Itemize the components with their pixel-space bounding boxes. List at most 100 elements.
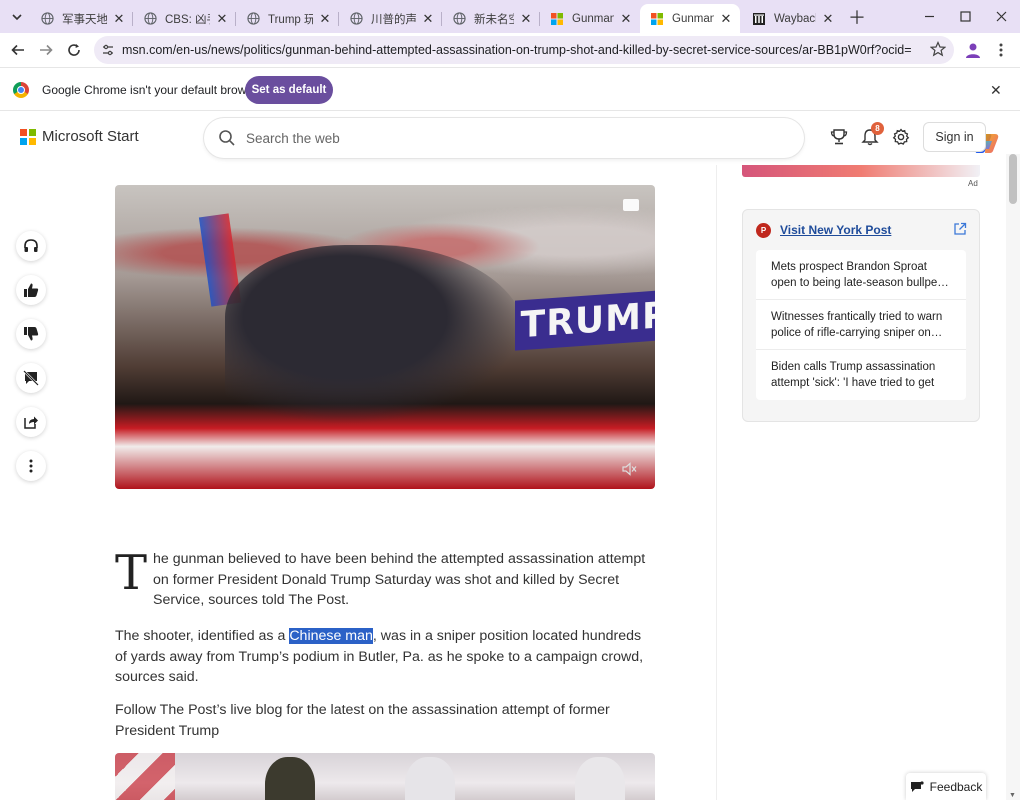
tab[interactable]: 川普的声 ✕: [339, 4, 442, 33]
microsoft-icon: [650, 12, 664, 26]
listen-button[interactable]: [16, 231, 46, 261]
globe-icon: [246, 12, 260, 26]
headline-text: Biden calls Trump assassination attempt …: [771, 361, 936, 389]
tab-strip: 军事天地 ✕ CBS: 凶手 ✕ Trump 玩 ✕ 川普的声 ✕ 新未名空 ✕…: [0, 0, 1020, 33]
headphones-icon: [24, 239, 38, 252]
dislike-button[interactable]: [16, 319, 46, 349]
article-paragraph: The gunman believed to have been behind …: [115, 549, 655, 611]
settings-button[interactable]: [890, 126, 912, 148]
close-icon[interactable]: ✕: [317, 11, 333, 27]
list-item[interactable]: Witnesses frantically tried to warn poli…: [756, 300, 966, 350]
video-overlay-corner: [623, 199, 639, 211]
tab-title: Gunman b: [572, 12, 614, 25]
bookmark-star-icon[interactable]: [929, 41, 947, 62]
microsoft-icon: [550, 12, 564, 26]
tab[interactable]: Gunman b ✕: [540, 4, 640, 33]
list-item[interactable]: Biden calls Trump assassination attempt …: [756, 350, 966, 400]
ad-banner[interactable]: [742, 165, 980, 177]
chevron-down-icon: [12, 14, 22, 21]
default-browser-infobar: Google Chrome isn't your default browser…: [0, 67, 1020, 111]
notification-count-badge: 8: [871, 122, 884, 135]
thumbs-down-icon: [24, 327, 39, 341]
article-photo[interactable]: [115, 753, 655, 800]
tab[interactable]: Wayback M ✕: [742, 4, 842, 33]
tab[interactable]: Trump 玩 ✕: [236, 4, 339, 33]
maximize-button[interactable]: [947, 0, 983, 33]
globe-icon: [143, 12, 157, 26]
close-icon[interactable]: ✕: [420, 11, 436, 27]
more-options-button[interactable]: [16, 451, 46, 481]
site-info-icon[interactable]: [94, 36, 122, 64]
minimize-icon: [924, 15, 934, 18]
maximize-icon: [959, 11, 971, 22]
notifications-button[interactable]: 8: [859, 122, 884, 148]
rewards-button[interactable]: [828, 126, 850, 148]
feedback-button[interactable]: Feedback: [906, 773, 986, 800]
close-icon[interactable]: ✕: [718, 11, 734, 27]
gear-icon: [892, 128, 910, 145]
selected-text[interactable]: Chinese man: [289, 628, 373, 644]
tab-search-button[interactable]: [6, 6, 28, 28]
headline-text: Mets prospect Brandon Sproat open to bei…: [771, 261, 944, 289]
infobar-message: Google Chrome isn't your default browser: [42, 83, 264, 97]
article-paragraph: The shooter, identified as a Chinese man…: [115, 626, 655, 688]
banner-text: TRUMP: [520, 294, 655, 346]
article-video[interactable]: TRUMP: [115, 185, 655, 489]
address-bar[interactable]: msn.com/en-us/news/politics/gunman-behin…: [94, 36, 954, 64]
paragraph-text: Follow The Post’s live blog for the late…: [115, 702, 610, 739]
thumbs-up-icon: [24, 283, 39, 297]
muted-speaker-icon[interactable]: [621, 461, 637, 477]
close-icon: [996, 11, 1006, 22]
photo-figure: [265, 757, 315, 800]
scrollbar-thumb[interactable]: [1009, 154, 1017, 204]
close-icon[interactable]: ✕: [820, 11, 836, 27]
close-icon[interactable]: ✕: [214, 11, 230, 27]
web-page: Microsoft Start 8 Sig: [0, 111, 1020, 800]
web-search-box[interactable]: [204, 118, 999, 158]
reload-button[interactable]: [62, 38, 86, 62]
external-link-icon[interactable]: [953, 222, 967, 236]
minimize-button[interactable]: [911, 0, 947, 33]
close-icon[interactable]: ✕: [111, 11, 127, 27]
browser-menu-button[interactable]: [992, 39, 1010, 61]
comments-off-button[interactable]: [16, 363, 46, 393]
person-icon: [966, 43, 980, 58]
tab-title: Trump 玩: [268, 13, 313, 26]
scroll-down-icon[interactable]: ▼: [1009, 792, 1016, 799]
brand-name[interactable]: Microsoft Start: [42, 128, 139, 145]
profile-avatar[interactable]: [962, 39, 984, 61]
more-vertical-icon: [29, 459, 33, 473]
back-button[interactable]: [6, 38, 30, 62]
tab[interactable]: 军事天地 ✕: [30, 4, 133, 33]
close-icon[interactable]: ✕: [618, 11, 634, 27]
tab-title: 新未名空: [474, 13, 514, 26]
like-button[interactable]: [16, 275, 46, 305]
microsoft-logo-icon[interactable]: [20, 129, 36, 145]
close-window-button[interactable]: [983, 0, 1019, 33]
visit-publisher-link[interactable]: Visit New York Post: [780, 223, 891, 237]
globe-icon: [349, 12, 363, 26]
trophy-icon: [830, 129, 848, 145]
set-as-default-button[interactable]: Set as default: [245, 76, 333, 104]
search-input[interactable]: [246, 128, 726, 148]
new-york-post-logo-icon: P: [756, 223, 771, 238]
close-icon[interactable]: ✕: [518, 11, 534, 27]
reload-icon: [68, 44, 80, 56]
close-icon[interactable]: ✕: [990, 82, 1002, 99]
paragraph-text: he gunman believed to have been behind t…: [153, 551, 646, 608]
ad-label: Ad: [968, 179, 978, 188]
tab-title: CBS: 凶手: [165, 13, 210, 26]
tab[interactable]: 新未名空 ✕: [442, 4, 540, 33]
list-item[interactable]: Mets prospect Brandon Sproat open to bei…: [756, 250, 966, 300]
tab-title: 军事天地: [62, 13, 107, 26]
photo-figure: [575, 757, 625, 800]
new-tab-button[interactable]: ＋: [846, 6, 868, 28]
share-button[interactable]: [16, 407, 46, 437]
url-text: msn.com/en-us/news/politics/gunman-behin…: [122, 43, 912, 57]
sign-in-button[interactable]: Sign in: [923, 122, 986, 152]
page-scrollbar[interactable]: ▼: [1006, 154, 1020, 800]
search-icon: [219, 130, 235, 146]
tab-active[interactable]: Gunman b ✕: [640, 4, 740, 33]
forward-button[interactable]: [34, 38, 58, 62]
tab[interactable]: CBS: 凶手 ✕: [133, 4, 236, 33]
